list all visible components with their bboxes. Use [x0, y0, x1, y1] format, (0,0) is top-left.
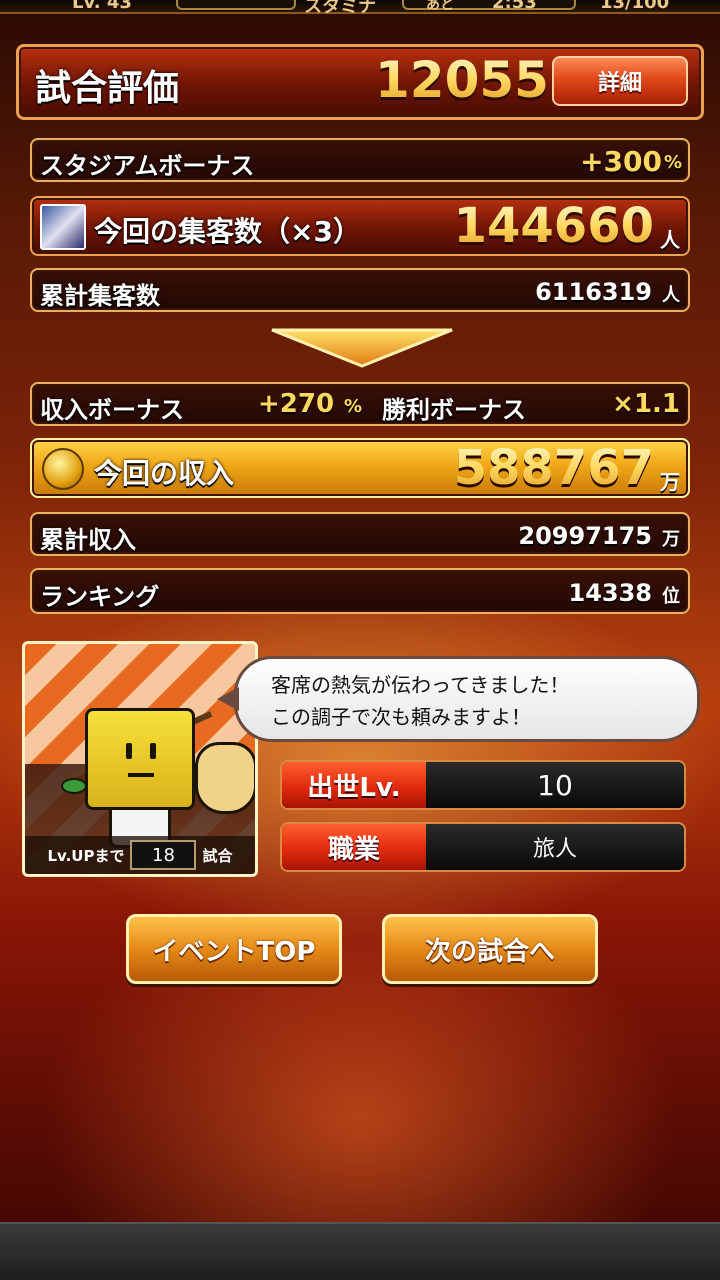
character-card[interactable]: Lv.UPまで 18 試合 [22, 641, 258, 877]
total-income-row: 累計収入 20997175 万 [30, 512, 690, 556]
score-label: 試合評価 [35, 68, 180, 109]
speech-tail [217, 687, 239, 711]
stamina-label: スタミナ [304, 0, 376, 17]
score-value: 12055 [375, 51, 549, 109]
stadium-bonus-label: スタジアムボーナス [40, 152, 255, 180]
stadium-bonus-row: スタジアムボーナス +300 % [30, 138, 690, 182]
ranking-value: 14338 [568, 579, 653, 607]
remaining-label: あと [426, 0, 454, 13]
stamina-value: 13/100 [600, 0, 670, 13]
job-label: 職業 [282, 824, 426, 870]
income-bonus-row: 収入ボーナス +270 % 勝利ボーナス ×1.1 [30, 382, 690, 426]
speech-line-1: 客席の熱気が伝わってきました！ [271, 673, 570, 697]
total-attendance-label: 累計集客数 [40, 282, 160, 310]
win-bonus-label: 勝利ボーナス [382, 396, 526, 424]
lvup-suffix: 試合 [202, 846, 233, 865]
speech-bubble: 客席の熱気が伝わってきました！ この調子で次も頼みますよ！ [217, 656, 700, 742]
job-row: 職業 旅人 [280, 822, 686, 872]
ranking-label: ランキング [40, 583, 160, 611]
down-arrow-icon [271, 328, 453, 368]
next-match-button[interactable]: 次の試合へ [382, 914, 598, 984]
stamina-timer: 2:53 [492, 0, 537, 13]
leaf-icon [61, 778, 87, 794]
ranking-unit: 位 [662, 586, 680, 607]
lvup-counter: Lv.UPまで 18 試合 [25, 836, 255, 874]
job-value: 旅人 [426, 824, 684, 870]
win-bonus-value: ×1.1 [612, 389, 680, 419]
stadium-bonus-value: +300 [580, 145, 662, 178]
total-income-value: 20997175 [518, 522, 652, 550]
ranking-row: ランキング 14338 位 [30, 568, 690, 614]
eye-left [126, 743, 132, 759]
stamina-gauge [176, 0, 296, 10]
promotion-level-row: 出世Lv. 10 [280, 760, 686, 810]
promotion-value: 10 [426, 762, 684, 808]
character-avatar [85, 708, 195, 810]
team-thumbnail-icon [40, 204, 86, 250]
player-level: Lv. 43 [72, 0, 132, 13]
total-attendance-unit: 人 [662, 285, 680, 306]
total-attendance-value: 6116319 [535, 278, 652, 306]
income-label: 今回の収入 [94, 457, 235, 490]
promotion-label: 出世Lv. [282, 762, 426, 808]
speech-line-2: この調子で次も頼みますよ！ [271, 705, 531, 729]
status-bar: Lv. 43 スタミナ あと 2:53 13/100 [0, 0, 720, 17]
lvup-prefix: Lv.UPまで [47, 846, 125, 865]
income-value: 588767 [453, 440, 654, 496]
income-unit: 万 [660, 470, 680, 494]
coin-icon [42, 448, 84, 490]
total-income-unit: 万 [662, 529, 680, 550]
income-bonus-value: +270 [258, 389, 335, 419]
stadium-bonus-unit: % [663, 152, 682, 173]
mouth [128, 773, 154, 777]
total-income-label: 累計収入 [40, 526, 136, 554]
income-bonus-label: 収入ボーナス [40, 396, 184, 424]
attendance-unit: 人 [660, 228, 680, 252]
attendance-row: 今回の集客数（×3） 144660 人 [30, 196, 690, 256]
income-bonus-unit: % [344, 396, 363, 417]
bag-icon [195, 742, 255, 814]
event-top-button[interactable]: イベントTOP [126, 914, 342, 984]
eye-right [150, 743, 156, 759]
lvup-count: 18 [130, 840, 197, 870]
attendance-label: 今回の集客数（×3） [94, 215, 361, 248]
income-row: 今回の収入 588767 万 [30, 438, 690, 498]
total-attendance-row: 累計集客数 6116319 人 [30, 268, 690, 312]
attendance-value: 144660 [453, 198, 654, 254]
detail-button[interactable]: 詳細 [552, 56, 688, 106]
bottom-bar [0, 1222, 720, 1280]
